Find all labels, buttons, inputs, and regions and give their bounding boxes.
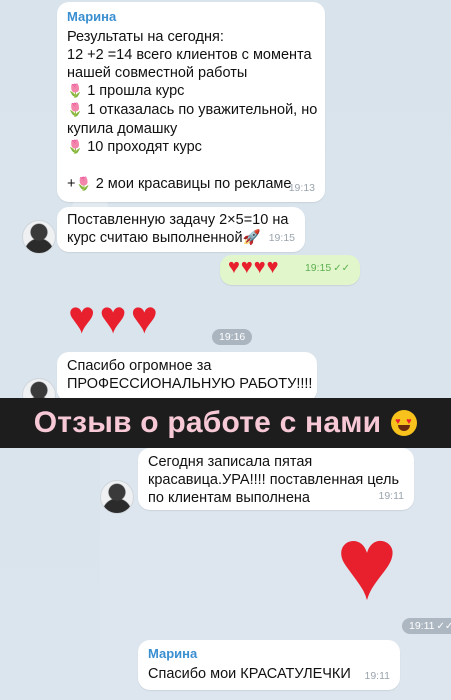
heart-icon: ♥ (228, 256, 240, 278)
message-line: Сегодня записала пятая (148, 454, 313, 470)
heart-icon: ♥ (68, 291, 96, 343)
message-line: ПРОФЕССИОНАЛЬНУЮ РАБОТУ!!!! (67, 376, 313, 392)
heart-icon: ♥ (253, 256, 266, 278)
message-time: 19:15 (304, 262, 332, 274)
message-line: 2 мои красавицы по рекламе (95, 176, 292, 192)
tulip-icon: 🌷 (67, 140, 84, 155)
message-line: красавица.УРА!!!! поставленная цель (148, 472, 400, 488)
message-time: 19:13 (288, 182, 315, 194)
avatar[interactable] (22, 220, 56, 254)
double-check-icon: ✓✓ (436, 621, 451, 632)
message-line: Поставленную задачу 2×5=10 на (67, 212, 289, 228)
message-time: 19:11 ✓✓ (402, 618, 451, 634)
heart-eye-icon: ♥ (406, 416, 412, 426)
message-line: 12 +2 =14 всего клиентов с момента (67, 47, 312, 63)
message-line: нашей совместной работы (67, 65, 248, 81)
message-bubble-results[interactable]: Марина Результаты на сегодня: 12 +2 =14 … (57, 2, 325, 202)
review-banner: Отзыв о работе с нами ♥ ♥ (0, 398, 451, 448)
heart-icon: ♥ (99, 291, 127, 343)
tulip-icon: 🌷 (67, 103, 84, 118)
heart-icon: ♥ (336, 506, 398, 622)
message-bubble-fifth-client[interactable]: Сегодня записала пятая красавица.УРА!!!!… (138, 448, 414, 510)
heart-icon: ♥ (240, 256, 253, 278)
message-hearts-big[interactable]: ♥♥♥ (68, 294, 162, 340)
message-time: 19:11 (378, 490, 405, 502)
message-line: 10 проходят курс (87, 139, 202, 155)
message-time: 19:16 (212, 329, 253, 345)
heart-icon: ♥ (130, 291, 158, 343)
double-check-icon: ✓✓ (333, 263, 350, 274)
message-line: Спасибо огромное за (67, 358, 212, 374)
mouth-shape (398, 425, 411, 431)
message-line: 1 отказалась по уважительной, но (87, 102, 318, 118)
heart-eye-icon: ♥ (395, 416, 401, 426)
message-bubble-thanks-beauties[interactable]: Марина Спасибо мои КРАСАТУЛЕЧКИ 19:11 (138, 640, 400, 690)
message-line: Спасибо мои КРАСАТУЛЕЧКИ (148, 666, 351, 682)
message-line: курс считаю выполненной🚀 (67, 230, 261, 246)
message-time: 19:11 (364, 670, 391, 682)
message-bubble-task[interactable]: Поставленную задачу 2×5=10 на курс счита… (57, 207, 305, 252)
heart-icon: ♥ (266, 256, 279, 278)
message-heart-huge[interactable]: ♥ (336, 512, 398, 616)
message-line: Результаты на сегодня: (67, 29, 224, 45)
message-line: по клиентам выполнена (148, 490, 310, 506)
banner-text: Отзыв о работе с нами (33, 406, 382, 439)
sender-name: Марина (148, 646, 198, 661)
tulip-icon: 🌷 (75, 177, 92, 192)
tulip-icon: 🌷 (67, 84, 84, 99)
message-bubble-thanks[interactable]: Спасибо огромное за ПРОФЕССИОНАЛЬНУЮ РАБ… (57, 352, 317, 402)
sender-name: Марина (67, 9, 117, 24)
avatar[interactable] (100, 480, 134, 514)
message-bubble-own-hearts[interactable]: ♥♥♥♥ 19:15 ✓✓ (220, 255, 360, 285)
message-time: 19:15 (268, 232, 295, 244)
heart-eyes-emoji: ♥ ♥ (391, 410, 418, 436)
message-line: купила домашку (67, 121, 178, 137)
message-line: 1 прошла курс (87, 83, 185, 99)
